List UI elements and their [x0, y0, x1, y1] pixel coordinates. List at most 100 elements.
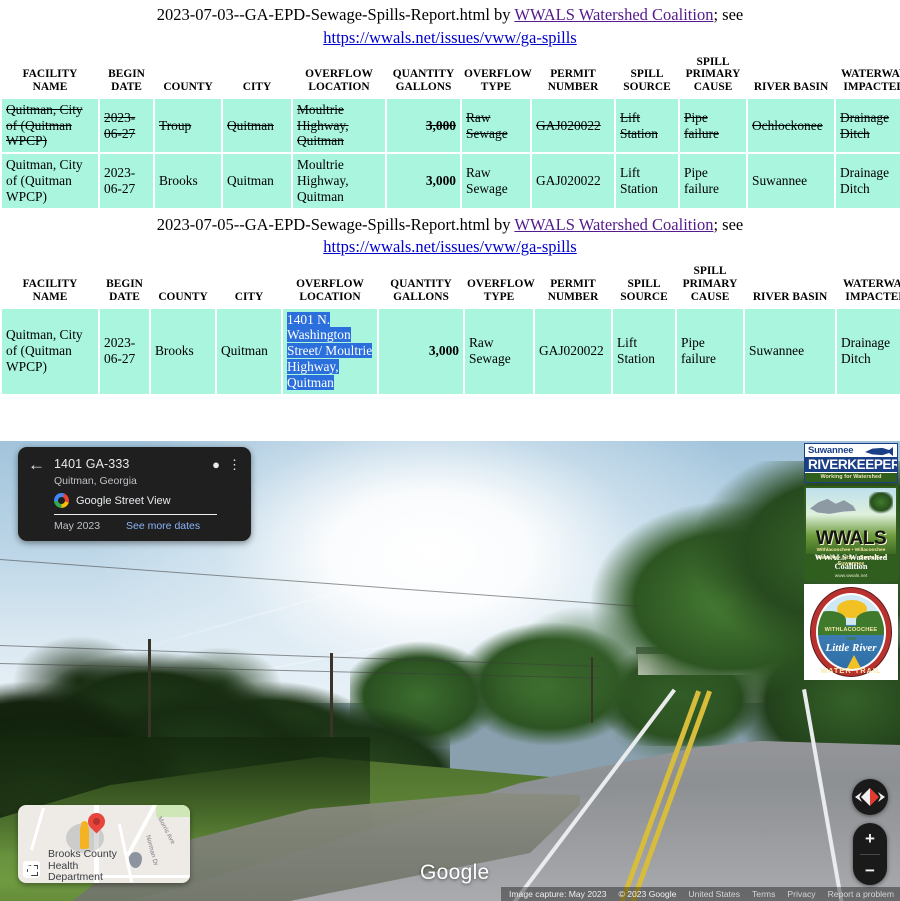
col-spill-primary-cause: SPILL PRIMARY CAUSE [680, 53, 746, 97]
col-county: COUNTY [151, 263, 215, 307]
terms-link[interactable]: Terms [752, 889, 775, 899]
kebab-menu-icon[interactable]: ⋮ [228, 458, 241, 471]
privacy-link[interactable]: Privacy [787, 889, 815, 899]
report-title-1: 2023-07-03--GA-EPD-Sewage-Spills-Report.… [0, 0, 900, 52]
wwals-logo[interactable]: WWALS Withlacoochee • Willacoochee Alapa… [804, 486, 898, 581]
report-title-2: 2023-07-05--GA-EPD-Sewage-Spills-Report.… [0, 210, 900, 262]
cell-begin-date: 2023-06-27 [100, 98, 153, 153]
spills-table-2: FACILITY NAME BEGIN DATE COUNTY CITY OVE… [0, 261, 900, 395]
col-permit-number: PERMIT NUMBER [535, 263, 611, 307]
water-trail-arc-top: WITHLACOOCHEE [824, 627, 878, 633]
cell-overflow-location: Moultrie Highway, Quitman [293, 98, 385, 153]
col-waterway-impacted: WATERWAY IMPACTED [837, 263, 900, 307]
col-city: CITY [223, 53, 291, 97]
col-quantity-gallons: QUANTITY GALLONS [379, 263, 463, 307]
expand-icon[interactable] [23, 861, 40, 878]
spills-table-1: FACILITY NAME BEGIN DATE COUNTY CITY OVE… [0, 52, 900, 210]
pegman-icon[interactable] [80, 821, 89, 849]
cell-spill-source: Lift Station [613, 308, 675, 394]
zoom-controls[interactable]: + − [853, 823, 887, 885]
cell-quantity-gallons: 3,000 [379, 308, 463, 394]
cell-spill-source: Lift Station [616, 98, 678, 153]
report-title-1-prefix: 2023-07-03--GA-EPD-Sewage-Spills-Report.… [156, 5, 515, 24]
table-row[interactable]: Quitman, City of (Quitman WPCP) 2023-06-… [2, 98, 900, 153]
wwals-link-1[interactable]: WWALS Watershed Coalition [514, 5, 713, 24]
cell-spill-source: Lift Station [616, 154, 678, 208]
suwannee-riverkeeper-logo[interactable]: Suwannee RIVERKEEPER® Working for Waters… [804, 443, 898, 483]
cell-permit-number: GAJ020022 [532, 154, 614, 208]
wwals-wordmark: WWALS [815, 528, 887, 549]
compass-needle-red [870, 788, 879, 806]
zoom-out-button[interactable]: − [853, 855, 887, 886]
table-row[interactable]: Quitman, City of (Quitman WPCP) 2023-06-… [2, 154, 900, 208]
cell-facility-name: Quitman, City of (Quitman WPCP) [2, 98, 98, 153]
minimap-road-cross [29, 807, 46, 851]
utility-pole-3 [591, 657, 593, 723]
selected-text: 1401 N. Washington Street/ Moultrie High… [287, 311, 373, 390]
minimap-street-morris: Morris Ave [155, 815, 177, 846]
cell-permit-number: GAJ020022 [535, 308, 611, 394]
dates-row: May 2023 See more dates [54, 520, 241, 532]
utility-pole-2 [330, 653, 333, 741]
cell-quantity-gallons: 3,000 [387, 154, 460, 208]
cell-begin-date: 2023-06-27 [100, 308, 149, 394]
spills-url-link-2[interactable]: https://wwals.net/issues/vww/ga-spills [323, 237, 576, 256]
cell-spill-primary-cause: Pipe failure [677, 308, 743, 394]
riverkeeper-tagline: Working for Watershed Conservation [805, 473, 897, 482]
street-view-panorama[interactable]: GA 333 ← 1401 GA-333 ● ⋮ Quitman, Georgi… [0, 441, 900, 901]
cell-waterway-impacted: Drainage Ditch [836, 98, 900, 153]
logo-stack: Suwannee RIVERKEEPER® Working for Waters… [804, 443, 900, 683]
card-divider [54, 514, 217, 515]
map-pin-icon[interactable]: ● [212, 457, 220, 472]
source-row: Google Street View [54, 493, 241, 508]
cell-city: Quitman [223, 98, 291, 153]
google-watermark: Google [420, 861, 490, 884]
riverkeeper-line2: RIVERKEEPER® [805, 457, 897, 472]
minimap[interactable]: Brooks County Health Department Morris Av… [18, 805, 190, 883]
col-facility-name: FACILITY NAME [2, 53, 98, 97]
cell-overflow-location: Moultrie Highway, Quitman [293, 154, 385, 208]
col-quantity-gallons: QUANTITY GALLONS [387, 53, 460, 97]
report-title-2-suffix: ; see [713, 214, 744, 234]
cell-overflow-type: Raw Sewage [462, 98, 530, 153]
compass-icon[interactable] [852, 779, 888, 815]
zoom-in-button[interactable]: + [853, 823, 887, 854]
utility-pole-1 [148, 639, 151, 739]
cell-overflow-type: Raw Sewage [462, 154, 530, 208]
copyright-label: © 2023 Google [618, 889, 677, 899]
cell-spill-primary-cause: Pipe failure [680, 98, 746, 153]
water-trail-logo[interactable]: WITHLACOOCHEE AND Little River WATER TRA… [804, 584, 898, 680]
google-logo-icon [54, 493, 69, 508]
table-header-row: FACILITY NAME BEGIN DATE COUNTY CITY OVE… [2, 263, 900, 307]
table-row[interactable]: Quitman, City of (Quitman WPCP) 2023-06-… [2, 308, 900, 394]
streetview-info-card[interactable]: ← 1401 GA-333 ● ⋮ Quitman, Georgia Googl… [18, 447, 251, 541]
col-spill-primary-cause: SPILL PRIMARY CAUSE [677, 263, 743, 307]
cell-facility-name: Quitman, City of (Quitman WPCP) [2, 154, 98, 208]
cell-river-basin: Suwannee [745, 308, 835, 394]
attribution-bar: Image capture: May 2023 © 2023 Google Un… [501, 887, 900, 901]
cell-begin-date: 2023-06-27 [100, 154, 153, 208]
back-arrow-icon[interactable]: ← [28, 456, 45, 473]
col-overflow-type: OVERFLOW TYPE [465, 263, 535, 307]
col-permit-number: PERMIT NUMBER [532, 53, 614, 97]
cell-county: Brooks [155, 154, 221, 208]
col-begin-date: BEGIN DATE [100, 53, 153, 97]
compass-arrow-right [878, 792, 885, 802]
image-capture-label: Image capture: May 2023 [509, 889, 607, 899]
compass-arrow-left [855, 792, 862, 802]
col-waterway-impacted: WATERWAY IMPACTED [836, 53, 900, 97]
tree-icon [869, 492, 893, 522]
water-trail-arc-bottom: WATER TRAIL [820, 666, 882, 675]
locality-label: Quitman, Georgia [54, 475, 137, 487]
wwals-coalition-name: WWALS Watershed Coalition [814, 553, 888, 571]
wwals-url: www.wwals.net [834, 574, 868, 579]
cell-county: Troup [155, 98, 221, 153]
see-more-dates-link[interactable]: See more dates [126, 520, 200, 532]
report-problem-link[interactable]: Report a problem [828, 889, 894, 899]
wwals-link-2[interactable]: WWALS Watershed Coalition [514, 215, 713, 234]
minimap-street-norman: Norman Dr [144, 834, 160, 867]
col-overflow-type: OVERFLOW TYPE [462, 53, 532, 97]
water-trail-inner: WITHLACOOCHEE AND Little River [816, 593, 886, 671]
spills-url-link-1[interactable]: https://wwals.net/issues/vww/ga-spills [323, 28, 576, 47]
cell-overflow-location-selected[interactable]: 1401 N. Washington Street/ Moultrie High… [283, 308, 377, 394]
